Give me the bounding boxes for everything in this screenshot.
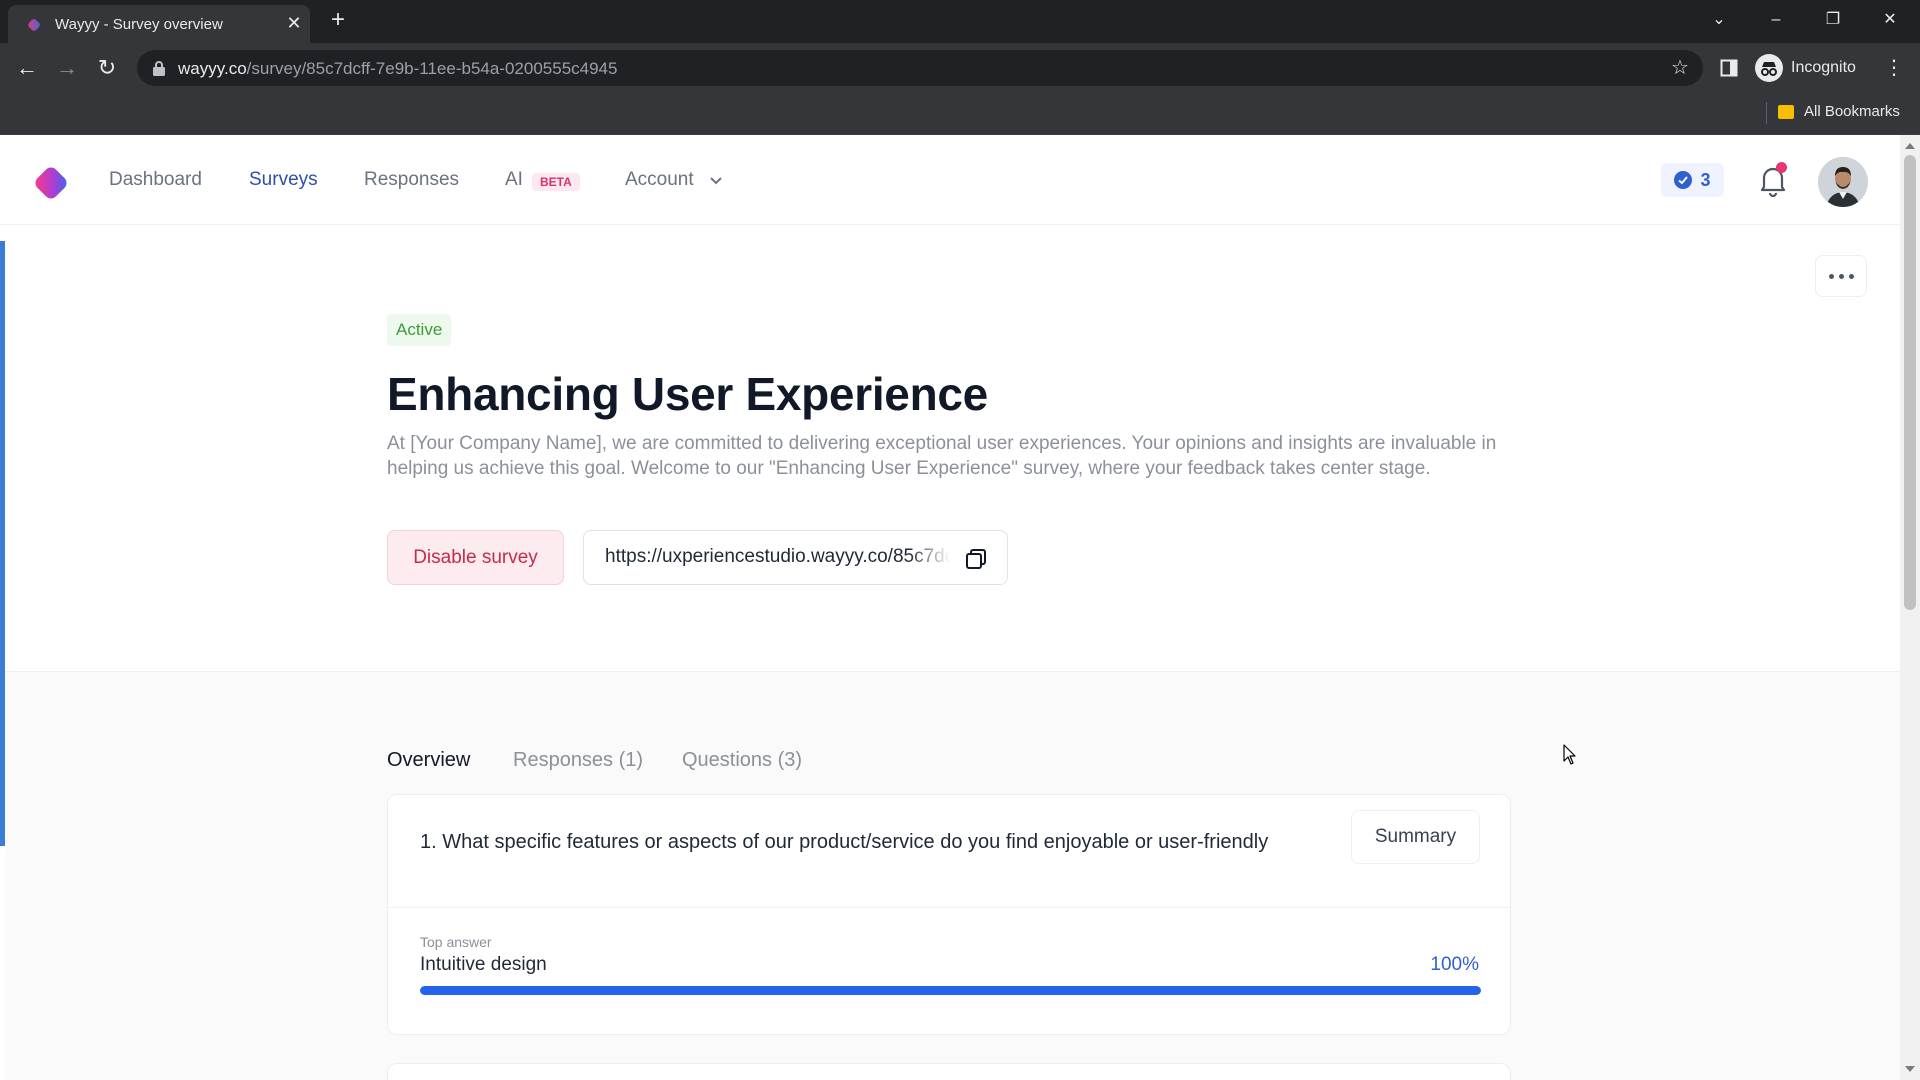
progress-bar-fill — [420, 986, 1481, 995]
sidepanel-icon[interactable] — [1715, 54, 1743, 82]
tab-overview[interactable]: Overview — [387, 749, 470, 772]
question-card: 1. What specific features or aspects of … — [387, 794, 1511, 1035]
share-link-field[interactable]: https://uxperiencestudio.wayyy.co/85c7dc… — [583, 530, 1008, 585]
progress-bar — [420, 986, 1481, 995]
credits-badge[interactable]: 3 — [1661, 163, 1724, 197]
back-icon[interactable]: ← — [12, 53, 42, 83]
disable-survey-button[interactable]: Disable survey — [387, 530, 564, 585]
top-answer-value: Intuitive design — [420, 954, 547, 975]
browser-tab[interactable]: Wayyy - Survey overview ✕ — [8, 5, 310, 43]
nav-dashboard[interactable]: Dashboard — [109, 169, 202, 191]
lock-icon — [153, 61, 165, 76]
beta-badge: BETA — [532, 173, 580, 191]
summary-button[interactable]: Summary — [1351, 810, 1480, 864]
url-text: wayyy.co/survey/85c7dcff-7e9b-11ee-b54a-… — [178, 59, 618, 78]
tab-questions[interactable]: Questions (3) — [682, 749, 802, 772]
tab-title: Wayyy - Survey overview — [55, 16, 223, 33]
tab-search-icon[interactable]: ⌄ — [1705, 6, 1733, 34]
address-bar[interactable]: wayyy.co/survey/85c7dcff-7e9b-11ee-b54a-… — [137, 50, 1703, 86]
logo[interactable] — [30, 162, 72, 204]
nav-surveys[interactable]: Surveys — [249, 169, 318, 191]
share-link-text: https://uxperiencestudio.wayyy.co/85c7dc… — [605, 546, 950, 567]
credits-icon — [1674, 171, 1693, 189]
nav-responses[interactable]: Responses — [364, 169, 459, 191]
scroll-down-icon[interactable] — [1905, 1066, 1915, 1072]
app-viewport: Dashboard Surveys Responses AI BETA Acco… — [0, 135, 1900, 1080]
browser-tab-strip: Wayyy - Survey overview ✕ + ⌄ – ❐ ✕ — [0, 0, 1920, 43]
credits-count: 3 — [1700, 169, 1711, 190]
all-bookmarks-label: All Bookmarks — [1804, 103, 1900, 120]
minimize-icon[interactable]: – — [1762, 6, 1790, 34]
window-close-icon[interactable]: ✕ — [1876, 6, 1904, 34]
plus-icon[interactable]: + — [326, 8, 350, 32]
profile-button[interactable]: Incognito — [1755, 52, 1856, 84]
survey-description: At [Your Company Name], we are committed… — [387, 433, 1497, 479]
close-icon[interactable]: ✕ — [284, 13, 304, 33]
notification-dot — [1776, 162, 1787, 173]
chevron-down-icon[interactable] — [708, 173, 724, 189]
nav-ai[interactable]: AI — [505, 169, 523, 191]
scroll-up-icon[interactable] — [1905, 143, 1915, 149]
question-text: 1. What specific features or aspects of … — [420, 831, 1269, 853]
incognito-icon — [1755, 54, 1783, 82]
forward-icon[interactable]: → — [52, 53, 82, 83]
top-answer-percent: 100% — [1430, 954, 1479, 975]
reload-icon[interactable]: ↻ — [92, 53, 122, 83]
app-header: Dashboard Surveys Responses AI BETA Acco… — [0, 135, 1900, 225]
scrollbar-thumb[interactable] — [1904, 155, 1916, 610]
restore-icon[interactable]: ❐ — [1819, 6, 1847, 34]
kebab-icon[interactable]: ⋮ — [1880, 54, 1908, 82]
mouse-cursor-icon — [1563, 744, 1576, 765]
tab-responses[interactable]: Responses (1) — [513, 749, 643, 772]
folder-icon — [1778, 104, 1794, 119]
question-card — [387, 1063, 1511, 1080]
bookmarks-bar: All Bookmarks — [0, 93, 1920, 135]
nav-account[interactable]: Account — [625, 169, 694, 191]
favicon-icon — [28, 19, 40, 31]
bookmarks-divider — [1766, 102, 1767, 124]
card-divider — [388, 907, 1510, 908]
browser-toolbar: ← → ↻ wayyy.co/survey/85c7dcff-7e9b-11ee… — [0, 43, 1920, 93]
top-answer-label: Top answer — [420, 934, 492, 950]
avatar[interactable] — [1818, 157, 1868, 207]
all-bookmarks-button[interactable]: All Bookmarks — [1778, 103, 1900, 120]
page-title: Enhancing User Experience — [387, 368, 988, 420]
status-badge: Active — [387, 314, 452, 346]
star-icon[interactable]: ☆ — [1669, 57, 1691, 79]
copy-icon[interactable] — [964, 547, 988, 571]
more-icon[interactable] — [1815, 255, 1867, 297]
page-scrollbar[interactable] — [1900, 135, 1920, 1080]
profile-label: Incognito — [1791, 59, 1856, 76]
